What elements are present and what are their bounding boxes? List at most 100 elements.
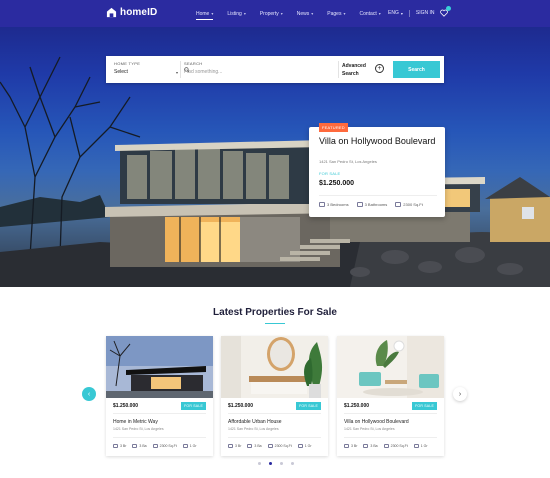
carousel-prev-button[interactable]: ‹ (82, 387, 96, 401)
search-input[interactable]: Find something... (184, 69, 329, 75)
property-image-3 (337, 336, 444, 398)
bed-icon (228, 444, 233, 448)
divider (319, 195, 437, 196)
nav-pages-label: Pages (327, 10, 342, 17)
chevron-down-icon: ▾ (280, 11, 283, 16)
language-selector[interactable]: ENG ▾ (388, 10, 403, 16)
spec-area: 2300 Sq.Ft (267, 444, 292, 448)
area-text: 2300 Sq.Ft (390, 444, 408, 448)
property-title[interactable]: Villa on Hollywood Boulevard (344, 419, 409, 425)
nav-news-label: News (296, 10, 310, 17)
spec-area: 2300 Sq.Ft (152, 444, 177, 448)
bath-icon (356, 202, 363, 207)
spec-beds: 3 Br (344, 444, 357, 448)
chevron-down-icon: ▾ (378, 11, 381, 16)
divider (344, 413, 437, 414)
property-photo[interactable] (337, 336, 444, 398)
property-card-2[interactable]: $1.250.000 FOR SALE Affordable Urban Hou… (221, 336, 328, 456)
property-address: 1421 San Pedro St, Los Angeles (113, 427, 164, 431)
bedrooms-text: 3 Bedrooms (327, 202, 349, 207)
home-type-value: Select (114, 69, 128, 75)
featured-status: FOR SALE (319, 171, 341, 176)
home-type-select[interactable]: HOME TYPE Select ▾ (114, 61, 178, 75)
garage-icon (297, 444, 303, 448)
spec-area: 2300 Sq.Ft (395, 202, 423, 207)
property-address: 1421 San Pedro St, Los Angeles (344, 427, 395, 431)
carousel-dot-active[interactable] (269, 462, 272, 465)
property-specs: 3 Br 3 Ba 2300 Sq.Ft 1 Gr (228, 444, 312, 448)
arrow-left-icon: ‹ (87, 390, 91, 398)
nav-property-label: Property (259, 10, 279, 17)
advanced-search-label: Advanced Search (342, 63, 366, 77)
spec-baths: 3 Ba (363, 444, 378, 448)
carousel-dot[interactable] (258, 462, 261, 465)
divider (228, 413, 321, 414)
nav-home[interactable]: Home ▾ (196, 9, 214, 20)
featured-property-card[interactable]: FEATURED Villa on Hollywood Boulevard 14… (309, 123, 445, 217)
baths-text: 3 Ba (370, 444, 378, 448)
carousel-dot[interactable] (280, 462, 283, 465)
bath-icon (247, 444, 253, 448)
property-card-3[interactable]: $1.250.000 FOR SALE Villa on Hollywood B… (337, 336, 444, 456)
wishlist-button[interactable] (440, 6, 452, 17)
search-button[interactable]: Search (393, 61, 440, 78)
area-icon (383, 444, 389, 448)
property-photo[interactable] (221, 336, 328, 398)
status-badge: FOR SALE (412, 402, 437, 410)
sign-in-link[interactable]: SIGN IN (416, 10, 435, 16)
carousel-dot[interactable] (291, 462, 294, 465)
spec-baths: 3 Ba (132, 444, 147, 448)
arrow-right-icon: › (458, 390, 462, 398)
nav-listing-label: Listing (227, 10, 242, 17)
garage-text: 1 Gr (189, 444, 197, 448)
plus-icon[interactable]: + (375, 64, 384, 73)
home-type-label: HOME TYPE (114, 61, 141, 66)
divider (113, 437, 206, 438)
nav-news[interactable]: News ▾ (297, 9, 314, 18)
bathrooms-text: 3 Bathrooms (364, 202, 388, 207)
featured-title[interactable]: Villa on Hollywood Boulevard (319, 136, 439, 146)
nav-property[interactable]: Property ▾ (260, 9, 283, 18)
featured-price: $1.250.000 (319, 180, 355, 187)
spec-beds: 3 Br (228, 444, 241, 448)
chevron-down-icon: ▾ (400, 10, 403, 16)
featured-tag: FEATURED (319, 123, 348, 132)
baths-text: 3 Ba (254, 444, 262, 448)
carousel-next-button[interactable]: › (453, 387, 467, 401)
hero-section: HOME TYPE Select ▾ SEARCH Find something… (0, 27, 550, 287)
beds-text: 3 Br (120, 444, 127, 448)
spec-bathrooms: 3 Bathrooms (356, 202, 388, 207)
spec-area: 2300 Sq.Ft (383, 444, 408, 448)
search-label: SEARCH (184, 61, 203, 66)
beds-text: 3 Br (235, 444, 242, 448)
property-title[interactable]: Affordable Urban House (228, 419, 282, 425)
property-photo[interactable] (106, 336, 213, 398)
nav-pages[interactable]: Pages ▾ (327, 9, 345, 18)
spec-garage: 1 Gr (297, 444, 312, 448)
property-specs: 3 Br 3 Ba 2300 Sq.Ft 1 Gr (344, 444, 428, 448)
advanced-search-toggle[interactable]: Advanced Search (342, 62, 370, 78)
search-field[interactable]: SEARCH Find something... (184, 61, 329, 75)
header-utilities: ENG ▾ SIGN IN (388, 6, 452, 17)
nav-contact[interactable]: Contact ▾ (359, 9, 380, 18)
spec-garage: 1 Gr (413, 444, 428, 448)
status-badge: FOR SALE (296, 402, 321, 410)
language-label: ENG (388, 10, 399, 16)
garage-text: 1 Gr (420, 444, 428, 448)
area-icon (395, 202, 402, 207)
nav-listing[interactable]: Listing ▾ (227, 9, 245, 18)
property-image-2 (221, 336, 328, 398)
property-specs: 3 Br 3 Ba 2300 Sq.Ft 1 Gr (113, 444, 197, 448)
bed-icon (113, 444, 118, 448)
property-card-1[interactable]: $1.250.000 FOR SALE Home in Metric Way 1… (106, 336, 213, 456)
logo[interactable]: homeID (106, 7, 157, 18)
chevron-down-icon: ▾ (243, 11, 246, 16)
chevron-down-icon: ▾ (211, 11, 214, 16)
area-text: 2300 Sq.Ft (403, 202, 423, 207)
property-price: $1.250.000 (228, 403, 254, 409)
property-price: $1.250.000 (113, 403, 139, 409)
nav-home-label: Home (196, 10, 210, 17)
featured-address: 1421 San Pedro St, Los Angeles (319, 159, 377, 164)
divider (338, 61, 339, 78)
property-title[interactable]: Home in Metric Way (113, 419, 158, 425)
